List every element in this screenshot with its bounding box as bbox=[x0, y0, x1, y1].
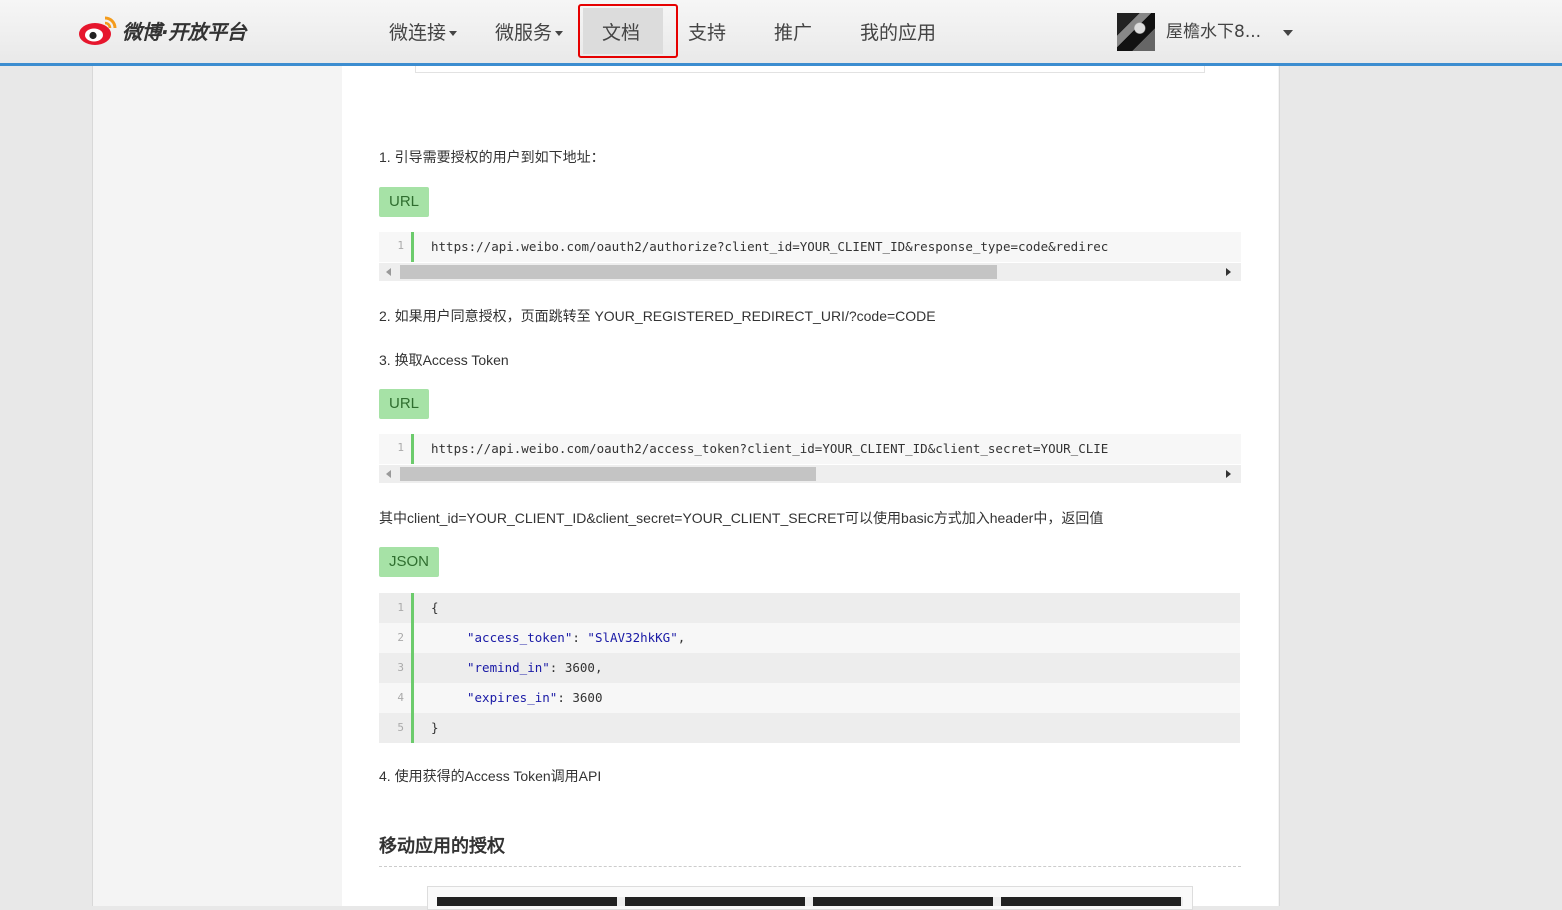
nav-item-label: 微连接 bbox=[389, 22, 447, 44]
json-key: "expires_in" bbox=[467, 690, 558, 705]
code-row: 1 { bbox=[379, 593, 1240, 623]
scrollbar-thumb[interactable] bbox=[400, 265, 997, 279]
code-row: 3 "remind_in": 3600, bbox=[379, 653, 1240, 683]
code-row: 5 } bbox=[379, 713, 1240, 743]
section-heading: 移动应用的授权 bbox=[379, 836, 505, 856]
username[interactable]: 屋檐水下8... bbox=[1166, 0, 1261, 63]
code-gutter bbox=[411, 232, 414, 262]
weibo-logo[interactable]: 微博·开放平台 bbox=[78, 12, 247, 48]
code-scrollbar[interactable] bbox=[379, 263, 1241, 281]
code-row: 2 "access_token": "SlAV32hkKG", bbox=[379, 623, 1240, 653]
code-line: } bbox=[431, 720, 439, 735]
code-block-access-token[interactable]: 1 https://api.weibo.com/oauth2/access_to… bbox=[379, 434, 1241, 464]
code-line: https://api.weibo.com/oauth2/access_toke… bbox=[431, 441, 1109, 456]
json-key: "access_token" bbox=[467, 630, 573, 645]
code-block-authorize[interactable]: 1 https://api.weibo.com/oauth2/authorize… bbox=[379, 232, 1241, 262]
weibo-eye-icon bbox=[79, 16, 117, 45]
code-line: "remind_in": 3600, bbox=[467, 653, 603, 683]
nav-item-micro-connect[interactable]: 微连接 bbox=[389, 0, 458, 63]
nav-item-label: 微服务 bbox=[495, 22, 553, 44]
url-tag: URL bbox=[379, 187, 430, 217]
line-number: 1 bbox=[397, 239, 404, 252]
code-gutter bbox=[411, 434, 414, 464]
scroll-left-icon[interactable] bbox=[386, 268, 391, 276]
code-line: "access_token": "SlAV32hkKG", bbox=[467, 623, 685, 653]
nav-item-promote[interactable]: 推广 bbox=[774, 0, 812, 63]
logo-text: 微博·开放平台 bbox=[122, 19, 247, 44]
step-1-text: 1. 引导需要授权的用户到如下地址： bbox=[379, 149, 605, 165]
json-tag: JSON bbox=[379, 547, 440, 577]
line-number: 1 bbox=[397, 441, 404, 454]
json-separator: : bbox=[557, 690, 573, 705]
screenshot-image bbox=[437, 897, 1183, 906]
step-3-text: 3. 换取Access Token bbox=[379, 352, 509, 368]
code-line: { bbox=[431, 600, 439, 615]
nav-item-my-apps[interactable]: 我的应用 bbox=[860, 0, 936, 63]
chevron-down-icon bbox=[449, 31, 458, 36]
chevron-down-icon bbox=[555, 31, 564, 36]
line-number: 2 bbox=[397, 631, 404, 644]
nav-item-micro-service[interactable]: 微服务 bbox=[495, 0, 564, 63]
scroll-left-icon[interactable] bbox=[386, 470, 391, 478]
url-tag: URL bbox=[379, 389, 430, 419]
json-key: "remind_in" bbox=[467, 660, 550, 675]
avatar[interactable] bbox=[1117, 13, 1155, 51]
json-end: , bbox=[677, 630, 686, 645]
scrollbar-thumb[interactable] bbox=[400, 467, 816, 481]
nav-item-label: 我的应用 bbox=[860, 22, 937, 44]
json-value: 3600 bbox=[564, 660, 595, 675]
highlight-box bbox=[578, 4, 678, 58]
json-value: "SlAV32hkKG" bbox=[587, 630, 678, 645]
line-number: 5 bbox=[397, 721, 404, 734]
scroll-right-icon[interactable] bbox=[1226, 268, 1231, 276]
section-divider bbox=[379, 866, 1241, 867]
nav-item-label: 推广 bbox=[774, 22, 813, 44]
code-gutter bbox=[411, 593, 414, 743]
sidebar bbox=[93, 63, 342, 906]
nav-item-support[interactable]: 支持 bbox=[688, 0, 726, 63]
line-number: 4 bbox=[397, 691, 404, 704]
code-scrollbar[interactable] bbox=[379, 465, 1241, 483]
line-number: 1 bbox=[397, 601, 404, 614]
json-separator: : bbox=[572, 630, 588, 645]
code-line: https://api.weibo.com/oauth2/authorize?c… bbox=[431, 239, 1109, 254]
code-row: 4 "expires_in": 3600 bbox=[379, 683, 1240, 713]
chevron-down-icon[interactable] bbox=[1283, 30, 1293, 36]
code-line: "expires_in": 3600 bbox=[467, 683, 602, 713]
json-end: , bbox=[594, 660, 603, 675]
nav-item-label: 支持 bbox=[688, 22, 727, 44]
step-4-text: 4. 使用获得的Access Token调用API bbox=[379, 768, 602, 784]
top-navbar: 微博·开放平台 微连接 微服务 文档 支持 推广 我的应用 屋檐水下8... bbox=[0, 0, 1562, 66]
step-2-text: 2. 如果用户同意授权，页面跳转至 YOUR_REGISTERED_REDIRE… bbox=[379, 308, 936, 324]
json-separator: : bbox=[549, 660, 565, 675]
scroll-right-icon[interactable] bbox=[1226, 470, 1231, 478]
client-secret-note: 其中client_id=YOUR_CLIENT_ID&client_secret… bbox=[379, 510, 1104, 526]
line-number: 3 bbox=[397, 661, 404, 674]
json-value: 3600 bbox=[572, 690, 603, 705]
json-code-block[interactable]: 1 { 2 "access_token": "SlAV32hkKG", 3 "r… bbox=[379, 593, 1240, 743]
